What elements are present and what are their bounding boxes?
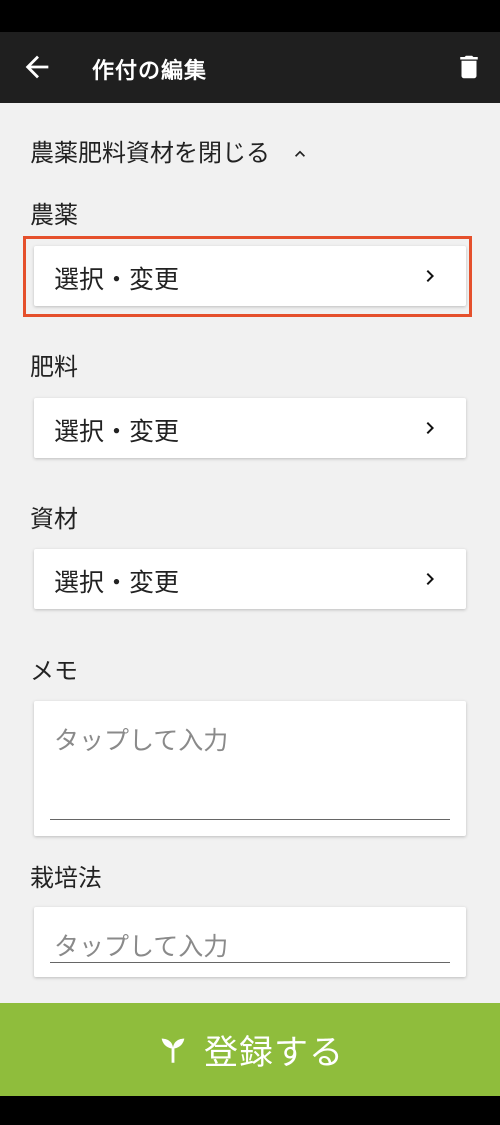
back-arrow-icon[interactable] xyxy=(20,50,54,84)
memo-input[interactable]: タップして入力 xyxy=(34,701,466,836)
memo-placeholder: タップして入力 xyxy=(54,726,229,755)
memo-label: メモ xyxy=(30,657,78,685)
fertilizer-select-label: 選択・変更 xyxy=(54,417,180,446)
cultivation-label: 栽培法 xyxy=(30,864,102,892)
register-button[interactable]: 登録する xyxy=(0,1003,500,1096)
cultivation-underline xyxy=(50,962,450,963)
app-bar: 作付の編集 xyxy=(0,32,500,103)
status-bar xyxy=(0,0,500,32)
fertilizer-select-button[interactable]: 選択・変更 xyxy=(34,398,466,458)
cultivation-placeholder: タップして入力 xyxy=(54,932,229,961)
page-title: 作付の編集 xyxy=(92,59,208,84)
chevron-right-icon xyxy=(426,270,434,282)
form-content: 農薬肥料資材を閉じる 農薬 選択・変更 肥料 選択・変更 資材 選択・変更 メモ… xyxy=(0,103,500,1003)
chevron-right-icon xyxy=(426,573,434,585)
register-button-label: 登録する xyxy=(204,1033,344,1073)
sprout-icon xyxy=(161,1038,185,1063)
chevron-right-icon xyxy=(426,422,434,434)
material-label: 資材 xyxy=(30,505,78,533)
pesticide-select-button[interactable]: 選択・変更 xyxy=(34,246,466,306)
fertilizer-label: 肥料 xyxy=(30,353,78,381)
cultivation-input[interactable]: タップして入力 xyxy=(34,907,466,977)
material-select-button[interactable]: 選択・変更 xyxy=(34,549,466,609)
collapse-toggle-label: 農薬肥料資材を閉じる xyxy=(30,139,270,167)
navigation-bar xyxy=(0,1096,500,1125)
pesticide-select-label: 選択・変更 xyxy=(54,265,180,294)
chevron-up-icon xyxy=(294,150,305,157)
pesticide-label: 農薬 xyxy=(30,201,78,229)
trash-icon[interactable] xyxy=(454,52,484,82)
collapse-toggle[interactable]: 農薬肥料資材を閉じる xyxy=(30,133,310,168)
material-select-label: 選択・変更 xyxy=(54,568,180,597)
memo-underline xyxy=(50,819,450,820)
